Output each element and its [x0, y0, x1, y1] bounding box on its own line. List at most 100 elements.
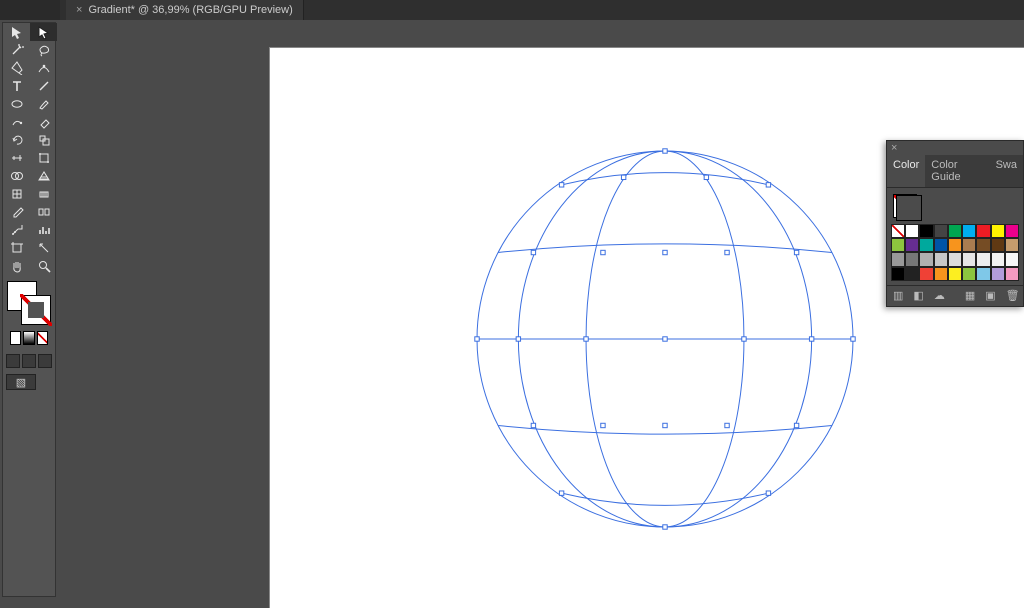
paintbrush-tool[interactable] — [30, 95, 57, 113]
panel-tab-color[interactable]: Color — [887, 155, 925, 187]
swatch[interactable] — [934, 224, 948, 238]
swatch[interactable] — [948, 224, 962, 238]
column-graph-tool[interactable] — [30, 221, 57, 239]
new-swatch-icon[interactable]: ▣ — [985, 290, 995, 302]
swatch[interactable] — [905, 267, 919, 281]
pen-tool[interactable] — [3, 59, 30, 77]
document-tab[interactable]: × Gradient* @ 36,99% (RGB/GPU Preview) — [66, 0, 304, 20]
swatch[interactable] — [976, 238, 990, 252]
swatch[interactable] — [891, 252, 905, 266]
canvas-stage: × ColorColor GuideSwa ▥ ◧ ☁ ▦ ▣ 🗑 — [60, 20, 1024, 599]
swatch[interactable] — [905, 252, 919, 266]
swatch[interactable] — [991, 267, 1005, 281]
swatch[interactable] — [934, 252, 948, 266]
ellipse-tool[interactable] — [3, 95, 30, 113]
swatch[interactable] — [948, 252, 962, 266]
swatch[interactable] — [919, 238, 933, 252]
draw-mode-behind[interactable] — [22, 354, 36, 368]
swatch[interactable] — [919, 224, 933, 238]
tools-grid — [3, 23, 55, 275]
direct-selection-tool[interactable] — [30, 23, 57, 41]
color-mode-gradient[interactable] — [23, 331, 34, 345]
swatch[interactable] — [934, 267, 948, 281]
draw-mode-normal[interactable] — [6, 354, 20, 368]
color-mode-none[interactable] — [37, 331, 48, 345]
new-color-group-icon[interactable]: ▦ — [965, 290, 975, 302]
shape-builder-tool[interactable] — [3, 167, 30, 185]
swatch[interactable] — [1005, 252, 1019, 266]
color-indicator — [887, 188, 1023, 224]
draw-mode-inside[interactable] — [38, 354, 52, 368]
swatch[interactable] — [905, 224, 919, 238]
show-swatch-kinds-icon[interactable]: ◧ — [913, 290, 923, 302]
lasso-tool[interactable] — [30, 41, 57, 59]
swatch[interactable] — [934, 238, 948, 252]
swatch[interactable] — [919, 267, 933, 281]
swatch[interactable] — [962, 224, 976, 238]
swatch[interactable] — [962, 238, 976, 252]
width-tool[interactable] — [3, 149, 30, 167]
scale-tool[interactable] — [30, 131, 57, 149]
swatch[interactable] — [976, 252, 990, 266]
swatch[interactable] — [948, 238, 962, 252]
rotate-tool[interactable] — [3, 131, 30, 149]
swatch[interactable] — [991, 224, 1005, 238]
mesh-tool[interactable] — [3, 185, 30, 203]
eyedropper-tool[interactable] — [3, 203, 30, 221]
swatch[interactable] — [891, 267, 905, 281]
artboard[interactable] — [270, 48, 1024, 608]
panel-tab-color-guide[interactable]: Color Guide — [925, 155, 989, 187]
free-transform-tool[interactable] — [30, 149, 57, 167]
gradient-tool[interactable] — [30, 185, 57, 203]
swatch[interactable] — [1005, 267, 1019, 281]
eraser-tool[interactable] — [30, 113, 57, 131]
tools-panel: ▧ — [2, 22, 56, 597]
swatch[interactable] — [976, 267, 990, 281]
swatch[interactable] — [962, 267, 976, 281]
symbol-sprayer-tool[interactable] — [3, 221, 30, 239]
document-tab-bar: × Gradient* @ 36,99% (RGB/GPU Preview) — [60, 0, 1024, 20]
zoom-tool[interactable] — [30, 257, 57, 275]
screen-mode-button[interactable]: ▧ — [6, 374, 36, 390]
swatch[interactable] — [991, 252, 1005, 266]
selection-tool[interactable] — [3, 23, 30, 41]
app-title-stub — [0, 0, 60, 20]
delete-swatch-icon[interactable]: 🗑 — [1006, 290, 1020, 302]
swatches-grid — [887, 224, 1023, 285]
curvature-tool[interactable] — [30, 59, 57, 77]
swatch[interactable] — [919, 252, 933, 266]
swatch[interactable] — [976, 224, 990, 238]
close-panel-icon[interactable]: × — [891, 142, 897, 154]
document-tab-title: Gradient* @ 36,99% (RGB/GPU Preview) — [88, 4, 292, 16]
swatch-options-icon[interactable]: ☁ — [934, 290, 945, 302]
color-indicator-fill[interactable] — [893, 194, 917, 218]
globe-wireframe[interactable] — [455, 129, 875, 549]
magic-wand-tool[interactable] — [3, 41, 30, 59]
close-tab-icon[interactable]: × — [76, 4, 82, 16]
swatch[interactable] — [891, 224, 905, 238]
type-tool[interactable] — [3, 77, 30, 95]
swatch[interactable] — [905, 238, 919, 252]
screen-mode-icon: ▧ — [16, 376, 26, 389]
stroke-swatch[interactable] — [21, 295, 51, 325]
panel-tab-swatches[interactable]: Swa — [990, 155, 1023, 187]
swatch-libraries-icon[interactable]: ▥ — [893, 290, 903, 302]
swatch[interactable] — [991, 238, 1005, 252]
swatch[interactable] — [948, 267, 962, 281]
color-mode-solid[interactable] — [10, 331, 21, 345]
swatch[interactable] — [891, 238, 905, 252]
artboard-tool[interactable] — [3, 239, 30, 257]
color-panel: × ColorColor GuideSwa ▥ ◧ ☁ ▦ ▣ 🗑 — [886, 140, 1024, 307]
color-panel-tabs: ColorColor GuideSwa — [887, 155, 1023, 188]
swatch[interactable] — [1005, 238, 1019, 252]
color-panel-footer: ▥ ◧ ☁ ▦ ▣ 🗑 — [887, 285, 1023, 306]
hand-tool[interactable] — [3, 257, 30, 275]
shaper-tool[interactable] — [3, 113, 30, 131]
fill-stroke-controls — [3, 275, 55, 351]
swatch[interactable] — [962, 252, 976, 266]
slice-tool[interactable] — [30, 239, 57, 257]
swatch[interactable] — [1005, 224, 1019, 238]
line-segment-tool[interactable] — [30, 77, 57, 95]
perspective-grid-tool[interactable] — [30, 167, 57, 185]
blend-tool[interactable] — [30, 203, 57, 221]
